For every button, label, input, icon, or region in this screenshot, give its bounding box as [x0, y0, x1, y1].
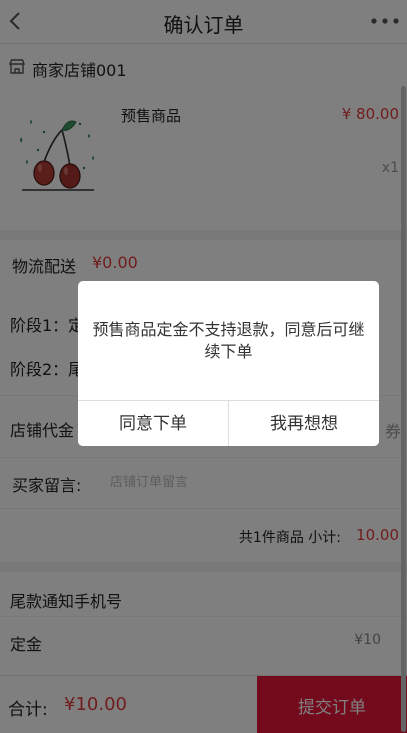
agree-order-button[interactable]: 同意下单 [78, 401, 228, 446]
dialog-message: 预售商品定金不支持退款，同意后可继续下单 [92, 320, 365, 361]
reconsider-button[interactable]: 我再想想 [228, 401, 379, 446]
dialog-buttons: 同意下单 我再想想 [78, 400, 379, 446]
presale-confirm-dialog: 预售商品定金不支持退款，同意后可继续下单 同意下单 我再想想 [78, 281, 379, 446]
